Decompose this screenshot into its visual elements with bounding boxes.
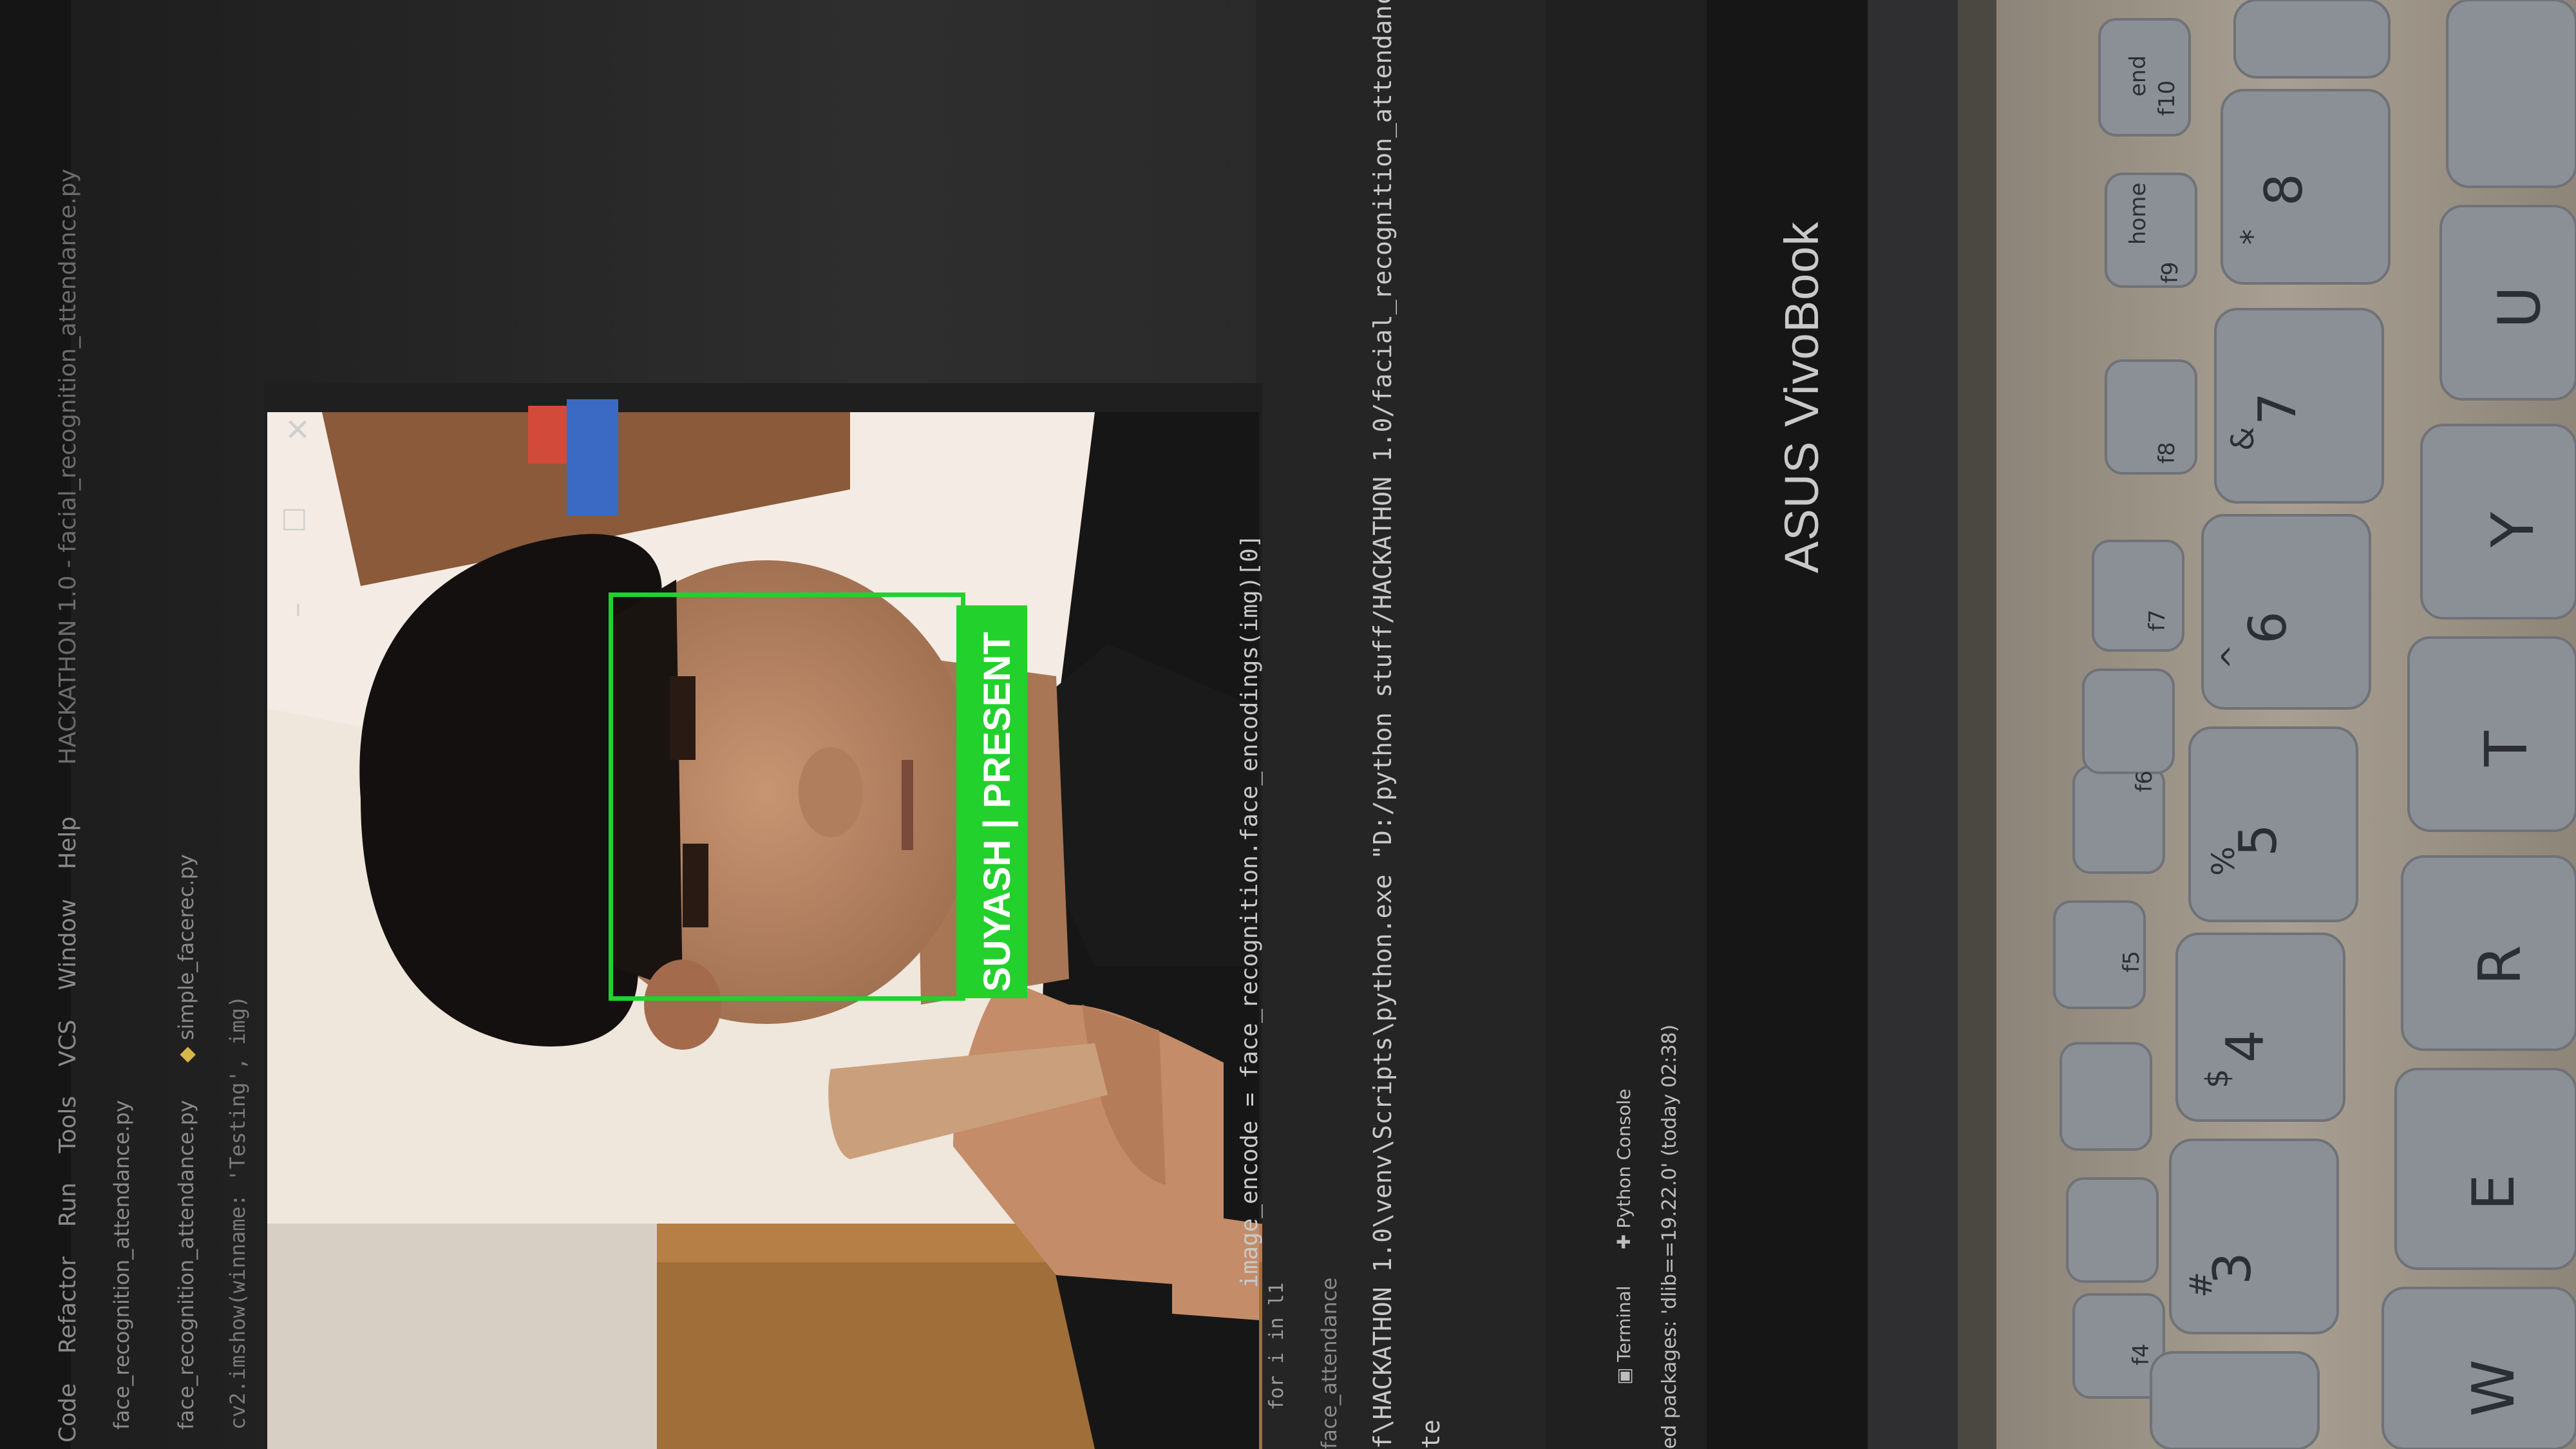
fn-key-f7[interactable]: f7 — [2145, 609, 2170, 631]
fn-key-f10[interactable]: f10 — [2154, 80, 2180, 116]
screen-bezel — [1707, 0, 1887, 1449]
key-8[interactable]: 8 — [2254, 173, 2314, 206]
menu-run[interactable]: Run — [55, 1182, 81, 1227]
run-command: f\HACKATHON 1.0\venv\Scripts\python.exe … — [1368, 0, 1397, 1449]
fn-key-f5[interactable]: f5 — [2119, 951, 2145, 972]
hinge — [1868, 0, 1971, 1449]
menu-window[interactable]: Window — [55, 899, 81, 990]
fn-key-f4[interactable]: f4 — [2128, 1343, 2154, 1365]
key-6[interactable]: 6 — [2238, 611, 2298, 644]
tab-python-console[interactable]: ✚ Python Console — [1613, 1089, 1634, 1249]
python-file-icon: ◆ — [174, 1046, 198, 1063]
terminal-icon: ▣ — [1613, 1367, 1634, 1385]
tab-terminal[interactable]: ▣ Terminal — [1613, 1285, 1634, 1385]
fn-key-f6[interactable]: f6 — [2132, 770, 2157, 792]
key-y[interactable]: Y — [2479, 512, 2547, 547]
fn-key-f8[interactable]: f8 — [2154, 442, 2180, 464]
key-w[interactable]: W — [2460, 1359, 2528, 1417]
status-bar-text: ed packages: 'dlib==19.22.0' (today 02:3… — [1658, 1024, 1681, 1449]
menu-refactor[interactable]: Refactor — [55, 1256, 81, 1354]
python-console-icon: ✚ — [1613, 1234, 1634, 1249]
key-3-sym: # — [2183, 1271, 2219, 1298]
key-5-sym: % — [2206, 846, 2242, 876]
key-e[interactable]: E — [2460, 1174, 2528, 1211]
minimize-button[interactable]: – — [279, 603, 314, 618]
photo-scene — [0, 0, 2576, 1449]
key-r[interactable]: R — [2467, 945, 2534, 985]
editor-tab-simplefacerec[interactable]: ◆ simple_facerec.py — [174, 854, 198, 1063]
fn-key-end-label: end — [2125, 55, 2151, 97]
key-4-sym: $ — [2199, 1068, 2235, 1088]
ide-menu-bar: Code Refactor Run Tools VCS Window Help … — [55, 169, 81, 1443]
key-4[interactable]: 4 — [2215, 1030, 2275, 1063]
maximize-button[interactable]: ☐ — [278, 506, 312, 533]
face-detection-box — [609, 592, 965, 1001]
key-u[interactable]: U — [2486, 286, 2553, 328]
editor-snippet: for i in l1 — [1265, 1282, 1288, 1410]
tab-python-console-label: Python Console — [1613, 1088, 1634, 1229]
menu-tools[interactable]: Tools — [55, 1096, 81, 1153]
code-line-encode: image_encode = face_recognition.face_enc… — [1236, 534, 1263, 1288]
editor-tab-label: simple_facerec.py — [174, 854, 198, 1041]
run-tab[interactable]: face_attendance — [1317, 1278, 1341, 1449]
menu-vcs[interactable]: VCS — [55, 1019, 81, 1066]
key-t[interactable]: T — [2473, 731, 2541, 766]
fn-key-f9[interactable]: f9 — [2157, 261, 2183, 283]
laptop-brand-logo: ASUS VivoBook — [1775, 221, 1828, 573]
key-8-sym: * — [2235, 229, 2271, 245]
menu-help[interactable]: Help — [55, 817, 81, 869]
close-button[interactable]: ✕ — [285, 412, 310, 448]
fn-key-home-label: home — [2125, 182, 2151, 245]
face-label-text: SUYASH | PRESENT — [976, 632, 1018, 992]
editor-line-imshow: cv2.imshow(winname: 'Testing', img) — [225, 995, 250, 1430]
tab-terminal-label: Terminal — [1613, 1285, 1634, 1362]
key-6-sym: ^ — [2215, 643, 2251, 670]
key-7-sym: & — [2225, 426, 2261, 451]
project-file-1[interactable]: face_recognition_attendance.py — [109, 1100, 134, 1430]
window-title: HACKATHON 1.0 - facial_recognition_atten… — [55, 169, 81, 765]
menu-code[interactable]: Code — [55, 1383, 81, 1443]
run-status: te — [1417, 1419, 1445, 1449]
editor-tab-attendance[interactable]: face_recognition_attendance.py — [174, 1100, 198, 1430]
key-7[interactable]: 7 — [2248, 392, 2307, 425]
